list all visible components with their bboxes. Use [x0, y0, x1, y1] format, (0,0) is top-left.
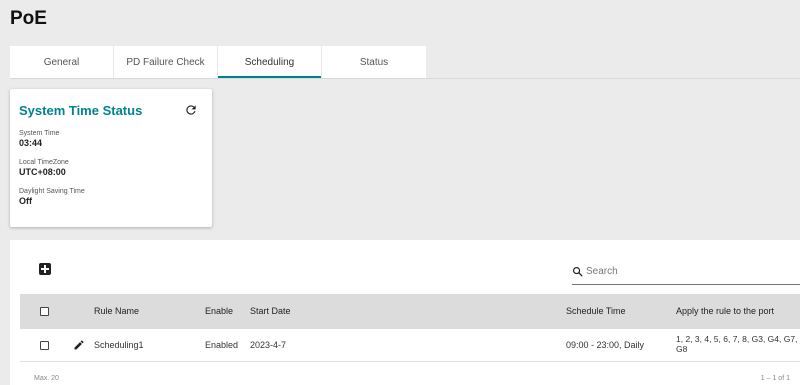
table-row[interactable]: Scheduling1 Enabled 2023-4-7 09:00 - 23:… — [20, 329, 800, 362]
timezone-value: UTC+08:00 — [19, 167, 66, 177]
system-time-status-card: System Time Status System Time 03:44 Loc… — [10, 89, 212, 227]
tab-scheduling[interactable]: Scheduling — [218, 46, 322, 78]
cell-schedule-time: 09:00 - 23:00, Daily — [566, 340, 645, 350]
dst-label: Daylight Saving Time — [19, 188, 85, 195]
system-time-label: System Time — [19, 130, 60, 137]
search-placeholder: Search — [586, 266, 618, 277]
add-box-icon[interactable] — [39, 263, 51, 275]
refresh-icon[interactable] — [184, 103, 198, 117]
max-rules-note: Max. 20 — [34, 375, 59, 382]
column-rule-name[interactable]: Rule Name — [94, 306, 139, 316]
scheduling-table-panel: Search Rule Name Enable Start Date Sched… — [10, 240, 800, 385]
pagination-range: 1 – 1 of 1 — [760, 375, 790, 382]
column-apply-ports[interactable]: Apply the rule to the port — [676, 306, 774, 316]
dst-field: Daylight Saving Time Off — [19, 188, 85, 206]
search-input[interactable]: Search — [572, 264, 800, 285]
row-checkbox[interactable] — [40, 341, 49, 350]
select-all-checkbox[interactable] — [40, 307, 49, 316]
system-time-field: System Time 03:44 — [19, 130, 59, 148]
cell-start-date: 2023-4-7 — [250, 340, 287, 350]
timezone-label: Local TimeZone — [19, 159, 69, 166]
card-title: System Time Status — [19, 103, 143, 118]
tab-divider — [10, 78, 800, 79]
column-schedule-time[interactable]: Schedule Time — [566, 306, 626, 316]
tab-bar: General PD Failure Check Scheduling Stat… — [10, 46, 426, 78]
search-icon — [573, 267, 583, 277]
system-time-value: 03:44 — [19, 138, 43, 148]
column-start-date[interactable]: Start Date — [250, 306, 291, 316]
timezone-field: Local TimeZone UTC+08:00 — [19, 159, 69, 177]
tab-general[interactable]: General — [10, 46, 114, 78]
tab-pd-failure-check[interactable]: PD Failure Check — [114, 46, 218, 78]
column-enable[interactable]: Enable — [205, 306, 233, 316]
table-header: Rule Name Enable Start Date Schedule Tim… — [20, 294, 800, 329]
cell-apply-ports: 1, 2, 3, 4, 5, 6, 7, 8, G3, G4, G7, G8 — [676, 334, 798, 354]
edit-icon[interactable] — [73, 339, 85, 351]
cell-enable: Enabled — [205, 340, 239, 350]
page-title: PoE — [10, 8, 47, 29]
cell-rule-name: Scheduling1 — [94, 340, 144, 350]
tab-status[interactable]: Status — [322, 46, 426, 78]
dst-value: Off — [19, 196, 32, 206]
